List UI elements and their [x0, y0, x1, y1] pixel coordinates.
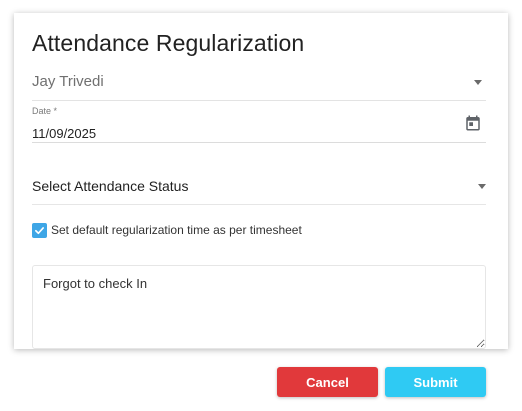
chevron-down-icon [474, 80, 482, 85]
reason-textarea[interactable]: Forgot to check In [32, 265, 486, 349]
attendance-regularization-dialog: Attendance Regularization Jay Trivedi Da… [14, 13, 508, 349]
date-value: 11/09/2025 [32, 126, 97, 141]
default-time-checkbox[interactable] [32, 223, 47, 238]
cancel-button[interactable]: Cancel [277, 367, 378, 397]
date-field[interactable]: Date * 11/09/2025 [32, 104, 486, 143]
date-label: Date * [32, 106, 58, 116]
chevron-down-icon [478, 184, 486, 189]
dialog-title: Attendance Regularization [32, 30, 305, 56]
default-time-label: Set default regularization time as per t… [51, 223, 302, 237]
check-icon [35, 227, 44, 235]
default-time-option[interactable]: Set default regularization time as per t… [32, 222, 452, 240]
employee-select[interactable]: Jay Trivedi [32, 68, 486, 101]
attendance-status-value: Select Attendance Status [32, 178, 189, 194]
employee-select-value: Jay Trivedi [32, 73, 104, 90]
attendance-status-select[interactable]: Select Attendance Status [32, 173, 486, 205]
calendar-icon[interactable] [464, 114, 482, 132]
submit-button[interactable]: Submit [385, 367, 486, 397]
